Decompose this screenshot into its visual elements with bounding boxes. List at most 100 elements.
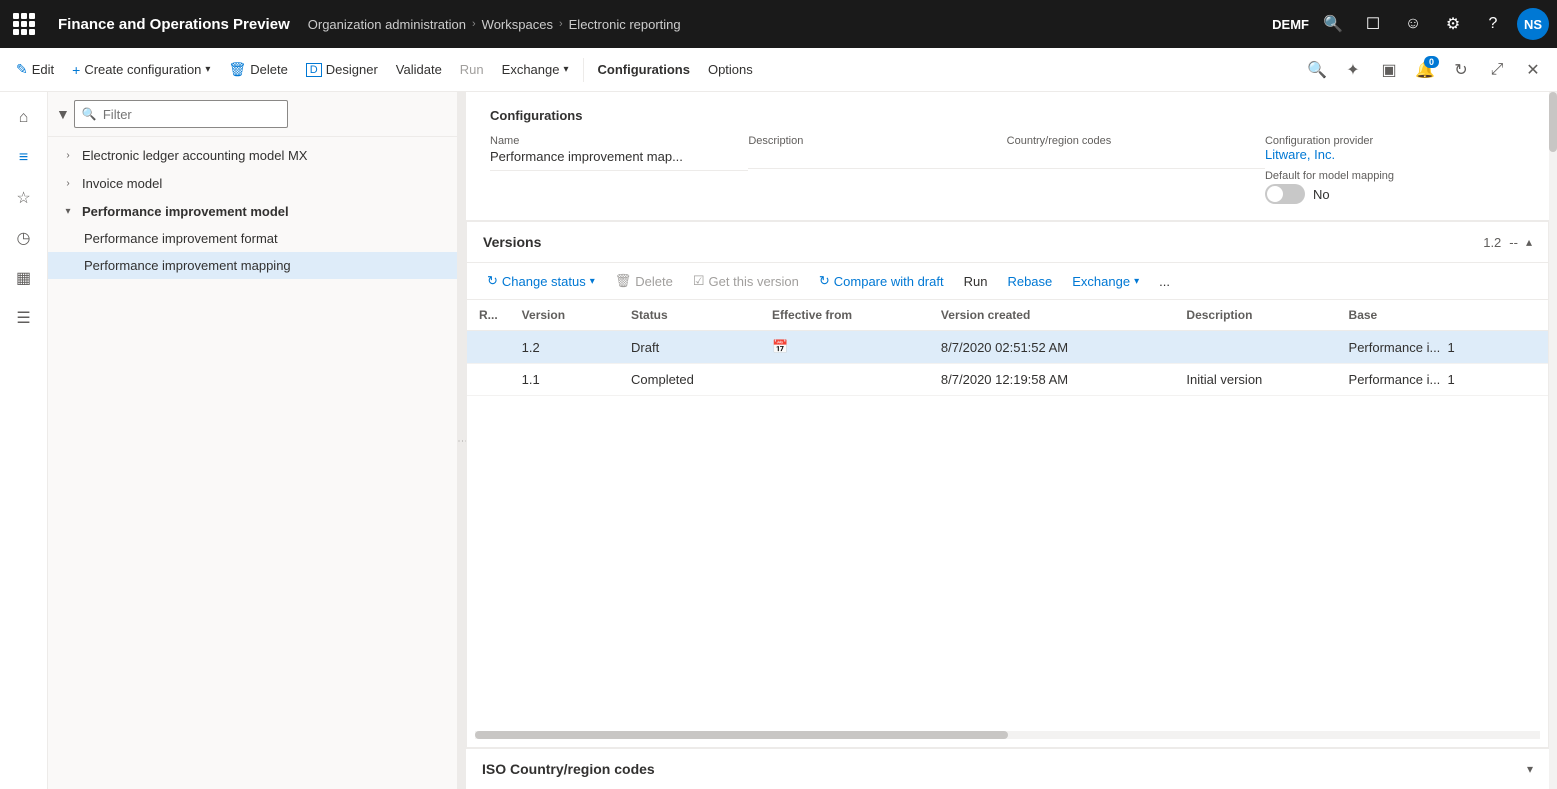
versions-collapse-icon[interactable]: ▴ — [1526, 235, 1532, 249]
col-status: Status — [619, 300, 760, 331]
versions-section: Versions 1.2 -- ▴ ↻ Change status ▾ 🗑 — [466, 221, 1549, 748]
command-bar: ✎ Edit + Create configuration ▾ 🗑 Delete… — [0, 48, 1557, 92]
environment-label: DEMF — [1272, 17, 1309, 32]
table-row[interactable]: 1.2 Draft 📅 8/7/2020 02:51:52 AM Perform… — [467, 331, 1548, 364]
versions-exchange-button[interactable]: Exchange ▾ — [1064, 270, 1147, 293]
configurations-button[interactable]: Configurations — [590, 58, 698, 81]
more-button[interactable]: ... — [1151, 270, 1178, 293]
v-scrollbar-thumb[interactable] — [1549, 92, 1557, 152]
cmd-refresh-icon[interactable]: ↻ — [1445, 54, 1477, 86]
filter-input[interactable] — [74, 100, 288, 128]
options-button[interactable]: Options — [700, 58, 761, 81]
drag-handle[interactable]: ⋮ — [458, 92, 466, 789]
sidebar-filter-icon[interactable]: ☰ — [6, 300, 42, 336]
table-row[interactable]: 1.1 Completed 8/7/2020 12:19:58 AM Initi… — [467, 364, 1548, 396]
detail-name-label: Name — [490, 135, 748, 147]
cmd-panel-icon[interactable]: ▣ — [1373, 54, 1405, 86]
smiley-button[interactable]: ☺ — [1397, 8, 1429, 40]
cmd-sep-1 — [583, 58, 584, 82]
cmd-close-icon[interactable]: ✕ — [1517, 54, 1549, 86]
exchange-button[interactable]: Exchange ▾ — [494, 58, 577, 81]
base-link-0[interactable]: Performance i... — [1349, 340, 1441, 355]
cmd-search-icon[interactable]: 🔍 — [1301, 54, 1333, 86]
versions-num: 1.2 — [1483, 235, 1501, 250]
versions-sep: -- — [1509, 235, 1518, 250]
left-panel-toolbar: ▼ 🔍 — [48, 92, 457, 137]
cmd-expand-icon[interactable]: ⤢ — [1481, 54, 1513, 86]
versions-meta: 1.2 -- ▴ — [1483, 235, 1532, 250]
breadcrumb-sep-1: › — [472, 18, 476, 30]
breadcrumb-workspaces[interactable]: Workspaces — [482, 17, 553, 32]
detail-country-field: Country/region codes — [1007, 135, 1265, 204]
get-version-button[interactable]: ☑ Get this version — [685, 269, 807, 293]
plus-icon: + — [72, 62, 80, 78]
mapping-toggle[interactable] — [1265, 184, 1305, 204]
tree-item-3[interactable]: Performance improvement format — [48, 225, 457, 252]
search-button[interactable]: 🔍 — [1317, 8, 1349, 40]
sidebar-home-icon[interactable]: ⌂ — [6, 100, 42, 136]
help-button[interactable]: ? — [1477, 8, 1509, 40]
sidebar-list-icon[interactable]: ≡ — [6, 140, 42, 176]
user-avatar[interactable]: NS — [1517, 8, 1549, 40]
versions-run-button[interactable]: Run — [956, 270, 996, 293]
tree-item-1[interactable]: › Invoice model — [48, 169, 457, 197]
waffle-button[interactable] — [8, 8, 40, 40]
tree-item-4[interactable]: Performance improvement mapping — [48, 252, 457, 279]
col-description: Description — [1174, 300, 1336, 331]
designer-button[interactable]: D Designer — [298, 58, 386, 81]
detail-panel: Configurations Name Performance improvem… — [466, 92, 1549, 221]
versions-delete-button[interactable]: 🗑 Delete — [607, 269, 681, 293]
settings-button[interactable]: ⚙ — [1437, 8, 1469, 40]
col-created: Version created — [929, 300, 1174, 331]
base-num-1: 1 — [1448, 372, 1455, 387]
refresh-icon: ↻ — [487, 273, 498, 289]
cell-version-1: 1.1 — [510, 364, 619, 396]
detail-provider-value[interactable]: Litware, Inc. — [1265, 147, 1525, 162]
cell-effective-0: 📅 — [760, 331, 929, 364]
iso-title: ISO Country/region codes — [482, 761, 1527, 777]
sidebar-star-icon[interactable]: ☆ — [6, 180, 42, 216]
detail-desc-label: Description — [748, 135, 1006, 147]
iso-section[interactable]: ISO Country/region codes ▾ — [466, 748, 1549, 789]
tree-label-0: Electronic ledger accounting model MX — [82, 148, 307, 163]
detail-fields: Name Performance improvement map... Desc… — [490, 135, 1525, 204]
validate-button[interactable]: Validate — [388, 58, 450, 81]
edit-icon: ✎ — [16, 61, 28, 78]
tree-item-0[interactable]: › Electronic ledger accounting model MX — [48, 141, 457, 169]
h-scrollbar-thumb[interactable] — [475, 731, 1008, 739]
breadcrumb-sep-2: › — [559, 18, 563, 30]
breadcrumb-org[interactable]: Organization administration — [308, 17, 466, 32]
versions-toolbar: ↻ Change status ▾ 🗑 Delete ☑ Get this ve… — [467, 263, 1548, 300]
h-scrollbar[interactable] — [475, 731, 1540, 739]
compare-draft-button[interactable]: ↻ Compare with draft — [811, 269, 952, 293]
cell-base-1: Performance i... 1 — [1337, 364, 1548, 396]
iso-chevron-icon: ▾ — [1527, 762, 1533, 776]
col-version: Version — [510, 300, 619, 331]
tree-label-3: Performance improvement format — [84, 231, 278, 246]
cmd-pin-icon[interactable]: ✦ — [1337, 54, 1369, 86]
change-status-button[interactable]: ↻ Change status ▾ — [479, 269, 603, 293]
v-scrollbar[interactable] — [1549, 92, 1557, 789]
toggle-knob — [1267, 186, 1283, 202]
detail-country-value — [1007, 149, 1265, 169]
sidebar-table-icon[interactable]: ▦ — [6, 260, 42, 296]
filter-toggle-icon[interactable]: ▼ — [56, 106, 70, 122]
tree-item-2[interactable]: ▾ Performance improvement model — [48, 197, 457, 225]
sidebar-clock-icon[interactable]: ◷ — [6, 220, 42, 256]
create-config-button[interactable]: + Create configuration ▾ — [64, 58, 218, 82]
h-scrollbar-container — [467, 723, 1548, 747]
edit-button[interactable]: ✎ Edit — [8, 57, 62, 82]
rebase-button[interactable]: Rebase — [999, 270, 1060, 293]
detail-country-label: Country/region codes — [1007, 135, 1265, 147]
delete-icon: 🗑 — [228, 61, 246, 78]
cmd-notify-badge[interactable]: 🔔0 — [1409, 54, 1441, 86]
calendar-icon[interactable]: 📅 — [772, 339, 788, 354]
notification-button[interactable]: ☐ — [1357, 8, 1389, 40]
cell-description-0 — [1174, 331, 1336, 364]
detail-desc-value — [748, 149, 1006, 169]
exchange-chevron-v: ▾ — [1134, 276, 1139, 287]
breadcrumb-electronic[interactable]: Electronic reporting — [569, 17, 681, 32]
run-button[interactable]: Run — [452, 58, 492, 81]
delete-button[interactable]: 🗑 Delete — [220, 57, 295, 82]
col-r: R... — [467, 300, 510, 331]
